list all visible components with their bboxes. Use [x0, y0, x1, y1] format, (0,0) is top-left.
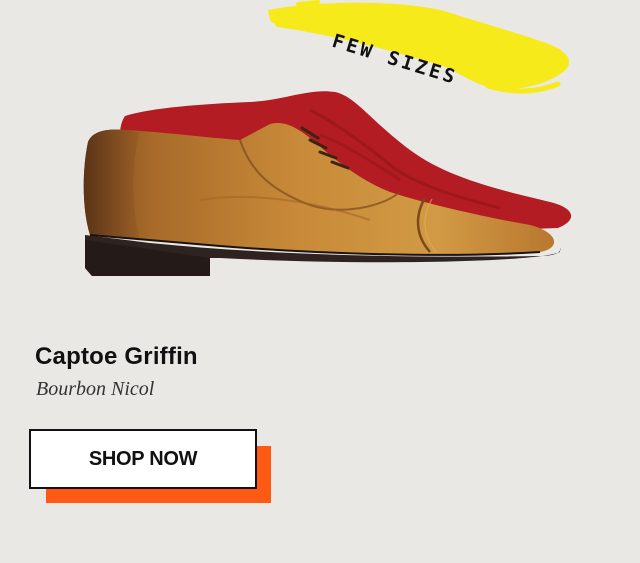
- product-name[interactable]: Captoe Griffin: [35, 343, 198, 371]
- product-card: FEW SIZES Captoe Griffin Bourbon Nicol S…: [0, 0, 640, 563]
- shop-now-button[interactable]: SHOP NOW: [29, 429, 257, 489]
- product-variant: Bourbon Nicol: [36, 378, 155, 400]
- shoe-image[interactable]: [70, 80, 590, 295]
